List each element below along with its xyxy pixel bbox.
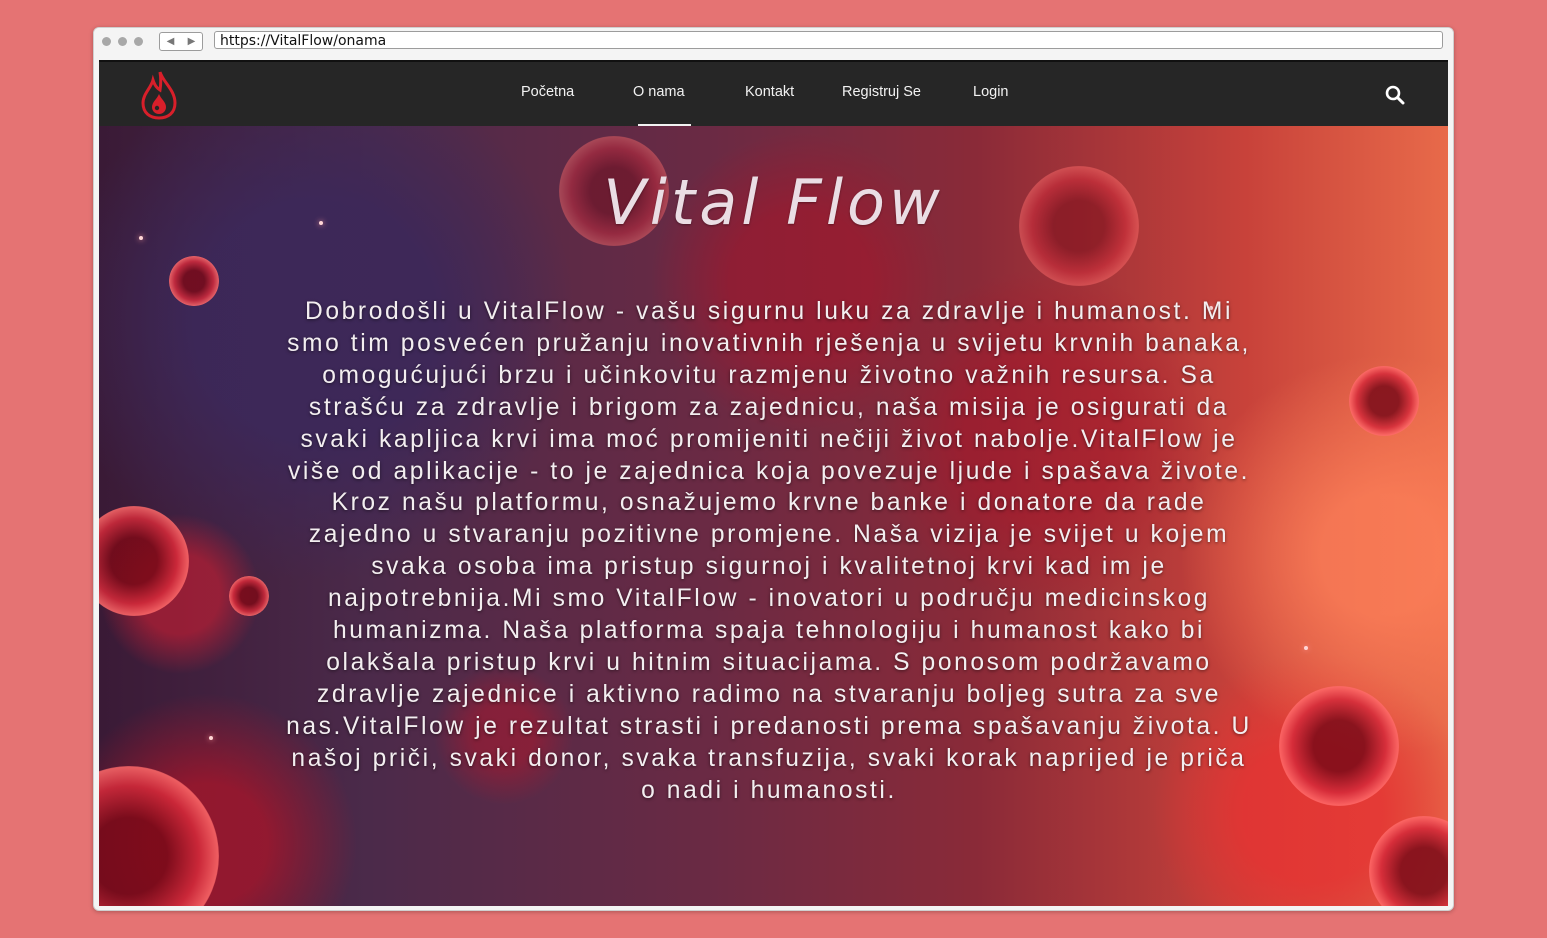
blood-cell-image: [99, 506, 189, 616]
blood-cell-image: [1349, 366, 1419, 436]
browser-chrome: ◀ ▶ https://VitalFlow/onama: [94, 28, 1453, 58]
blood-cell-image: [1369, 816, 1448, 906]
top-navbar: Početna O nama Kontakt Registruj Se Logi…: [99, 60, 1448, 128]
blood-cell-image: [99, 766, 219, 906]
about-text: Dobrodošli u VitalFlow - vašu sigurnu lu…: [286, 298, 1252, 804]
light-spark: [209, 736, 213, 740]
blood-cell-image: [229, 576, 269, 616]
browser-window: ◀ ▶ https://VitalFlow/onama Početna O na…: [93, 27, 1454, 911]
nav-item-kontakt[interactable]: Kontakt: [745, 84, 794, 100]
search-icon[interactable]: [1384, 84, 1406, 106]
blood-cell-image: [169, 256, 219, 306]
hero-section: Vital Flow Dobrodošli u VitalFlow - vašu…: [99, 126, 1448, 906]
history-buttons: ◀ ▶: [159, 32, 203, 51]
window-dot-icon[interactable]: [118, 37, 127, 46]
page-viewport: Početna O nama Kontakt Registruj Se Logi…: [99, 60, 1448, 906]
nav-item-registruj-se[interactable]: Registruj Se: [842, 84, 921, 100]
window-dot-icon[interactable]: [134, 37, 143, 46]
forward-arrow-icon[interactable]: ▶: [188, 36, 196, 47]
back-arrow-icon[interactable]: ◀: [167, 36, 175, 47]
blood-drop-flame-icon[interactable]: [139, 70, 179, 120]
nav-item-pocetna[interactable]: Početna: [521, 84, 574, 100]
nav-item-login[interactable]: Login: [973, 84, 1008, 100]
light-spark: [1304, 646, 1308, 650]
address-bar[interactable]: https://VitalFlow/onama: [214, 31, 1443, 49]
hero-title: Vital Flow: [603, 166, 944, 239]
window-dot-icon[interactable]: [102, 37, 111, 46]
blood-cell-image: [1279, 686, 1399, 806]
nav-item-o-nama[interactable]: O nama: [633, 84, 685, 100]
